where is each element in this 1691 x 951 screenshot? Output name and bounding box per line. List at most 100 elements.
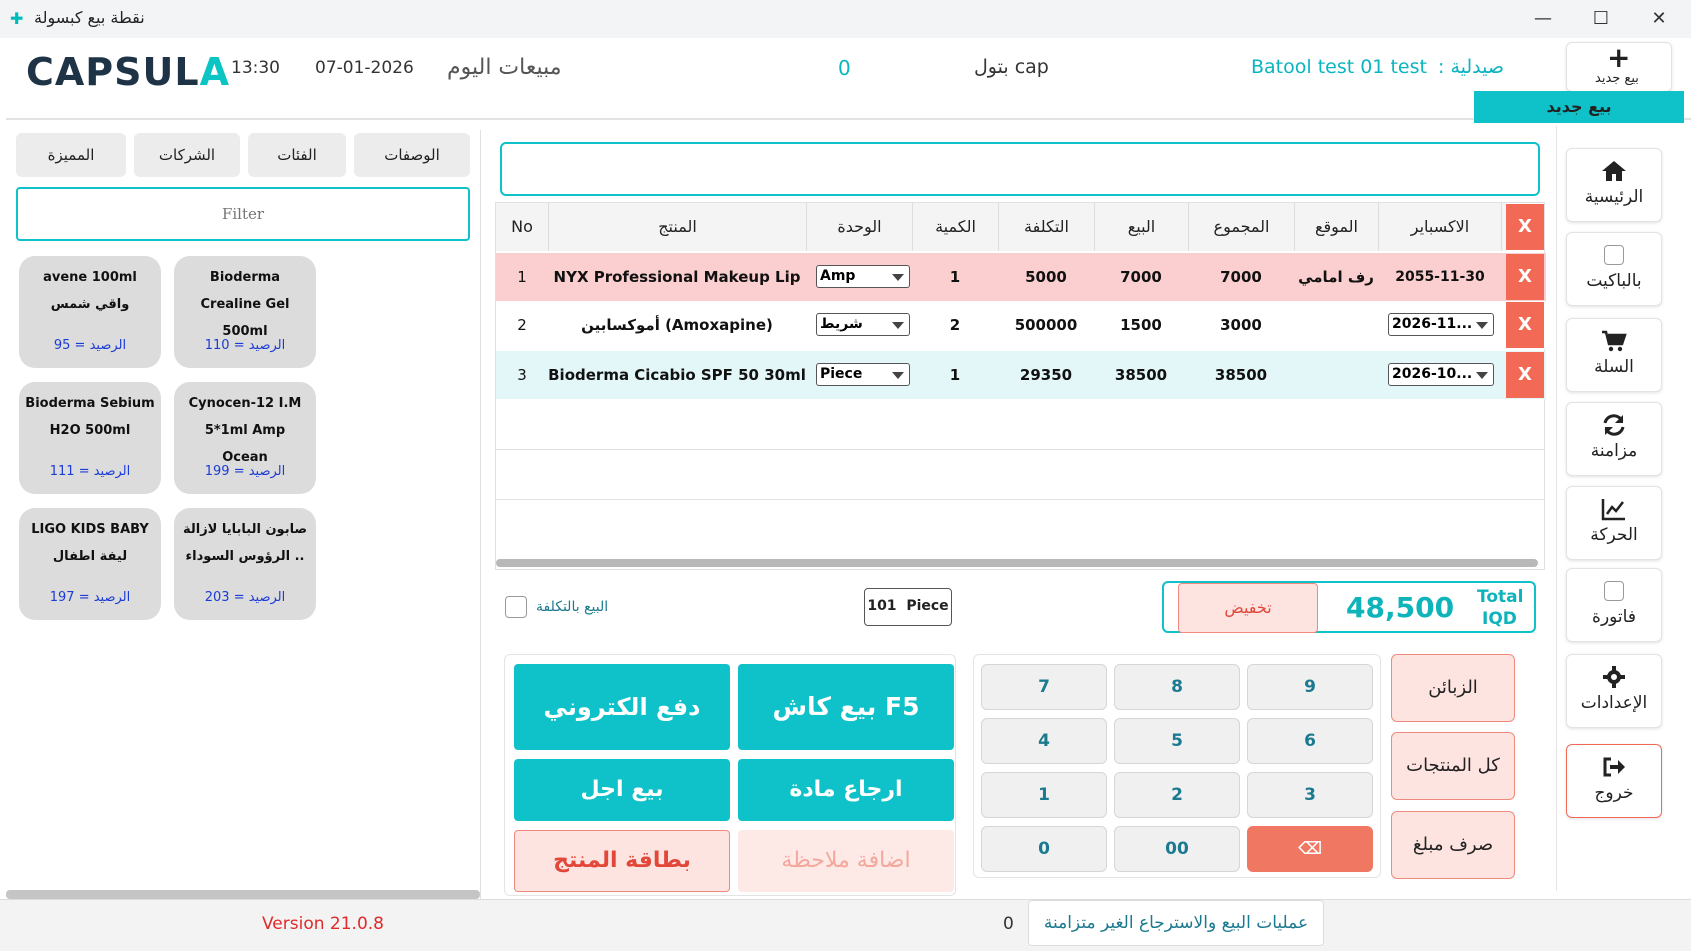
- table-horizontal-scrollbar[interactable]: [496, 559, 1538, 567]
- product-card[interactable]: LIGO KIDS BABY ليفة اطفال الرصيد = 197: [19, 508, 161, 620]
- key-6[interactable]: 6: [1247, 718, 1373, 764]
- expiry-select[interactable]: 2026-11...: [1388, 313, 1494, 336]
- total-box: تخفيض 48,500 Total IQD: [1162, 581, 1536, 633]
- key-3[interactable]: 3: [1247, 772, 1373, 818]
- row-qty[interactable]: 2: [912, 301, 998, 349]
- app-logo-icon: ✚: [10, 9, 24, 28]
- row-qty[interactable]: 1: [912, 253, 998, 301]
- row-total: 7000: [1220, 268, 1262, 286]
- discount-button[interactable]: تخفيض: [1178, 583, 1318, 633]
- row-product: NYX Professional Makeup Lip I...: [553, 268, 801, 334]
- unsynced-operations-button[interactable]: عمليات البيع والاسترجاع الغير متزامنة: [1028, 900, 1324, 946]
- home-icon: [1567, 159, 1661, 185]
- logout-icon: [1567, 755, 1661, 781]
- key-7[interactable]: 7: [981, 664, 1107, 710]
- clear-all-button[interactable]: X: [1506, 204, 1544, 250]
- key-8[interactable]: 8: [1114, 664, 1240, 710]
- nav-home[interactable]: الرئيسية: [1566, 148, 1662, 222]
- key-4[interactable]: 4: [981, 718, 1107, 764]
- customers-button[interactable]: الزبائن: [1391, 654, 1515, 722]
- nav-movement[interactable]: الحركة: [1566, 486, 1662, 560]
- row-location: [1294, 301, 1378, 349]
- product-name: LIGO KIDS BABY ليفة اطفال: [31, 522, 149, 564]
- nav-settings-label: الإعدادات: [1580, 693, 1648, 713]
- nav-cart-label: السلة: [1594, 357, 1634, 377]
- pay-amount-button[interactable]: صرف مبلغ: [1391, 811, 1515, 879]
- all-products-button[interactable]: كل المنتجات: [1391, 732, 1515, 800]
- key-1[interactable]: 1: [981, 772, 1107, 818]
- nav-packet[interactable]: بالباكيت: [1566, 232, 1662, 306]
- product-name: صابون البابايا لازالة الرؤوس السوداء ..: [182, 522, 308, 564]
- unit-select[interactable]: Amp: [816, 265, 910, 288]
- invoice-checkbox[interactable]: [1604, 581, 1624, 601]
- row-qty[interactable]: 1: [912, 351, 998, 399]
- table-header: No المنتج الوحدة الكمية التكلفة البيع ال…: [496, 203, 1506, 251]
- return-item-button[interactable]: ارجاع مادة: [738, 759, 954, 821]
- credit-sale-button[interactable]: بيع اجل: [514, 759, 730, 821]
- nav-invoice-label: فاتورة: [1592, 607, 1636, 627]
- row-price[interactable]: 38500: [1094, 351, 1188, 399]
- nav-logout[interactable]: خروج: [1566, 744, 1662, 818]
- total-value: 48,500: [1346, 591, 1455, 624]
- key-0[interactable]: 0: [981, 826, 1107, 872]
- product-card[interactable]: avene 100ml واقي شمس الرصيد = 95: [19, 256, 161, 368]
- key-5[interactable]: 5: [1114, 718, 1240, 764]
- table-row[interactable]: 2 أموكسابين (Amoxapine) شريط 2 500000 15…: [496, 301, 1546, 349]
- cash-sale-button[interactable]: بيع كاش F5: [738, 664, 954, 750]
- sync-icon: [1567, 413, 1661, 439]
- pharmacy-label: صيدلية :: [1438, 56, 1504, 78]
- unit-select[interactable]: شريط: [816, 313, 910, 336]
- expiry-select[interactable]: 2026-10...: [1388, 363, 1494, 386]
- unit-select[interactable]: Piece: [816, 363, 910, 386]
- tab-companies[interactable]: الشركات: [134, 133, 240, 177]
- chart-icon: [1567, 497, 1661, 523]
- row-no: 1: [517, 268, 527, 286]
- row-expiry: 2055-11-30: [1395, 269, 1485, 285]
- row-cost: 500000: [1014, 316, 1078, 334]
- minimize-button[interactable]: —: [1520, 4, 1566, 34]
- close-window-button[interactable]: ✕: [1636, 4, 1682, 34]
- gear-icon: [1567, 665, 1661, 691]
- row-cost: 5000: [1025, 268, 1067, 286]
- nav-invoice[interactable]: فاتورة: [1566, 568, 1662, 642]
- maximize-button[interactable]: ☐: [1578, 4, 1624, 34]
- new-sale-button[interactable]: + بيع جديد: [1566, 41, 1672, 92]
- tab-featured[interactable]: المميزة: [16, 133, 126, 177]
- tab-categories[interactable]: الفئات: [248, 133, 346, 177]
- current-user: بتول cap: [974, 56, 1049, 78]
- packet-checkbox[interactable]: [1604, 245, 1624, 265]
- row-divider: [496, 499, 1544, 500]
- row-total: 3000: [1220, 316, 1262, 334]
- key-9[interactable]: 9: [1247, 664, 1373, 710]
- table-row[interactable]: 1 NYX Professional Makeup Lip I... Amp 1…: [496, 253, 1546, 334]
- backspace-key[interactable]: ⌫: [1247, 826, 1373, 872]
- filter-input[interactable]: [16, 187, 470, 241]
- left-horizontal-scrollbar[interactable]: [6, 890, 480, 899]
- add-note-button[interactable]: اضافة ملاحظة: [738, 830, 954, 892]
- product-card[interactable]: Bioderma Sebium H2O 500ml الرصيد = 111: [19, 382, 161, 494]
- row-price[interactable]: 1500: [1094, 301, 1188, 349]
- new-sale-tab[interactable]: بيع جديد: [1474, 91, 1684, 123]
- product-balance: الرصيد = 95: [53, 338, 127, 353]
- product-card[interactable]: Cynocen-12 I.M 5*1ml Amp Ocean الرصيد = …: [174, 382, 316, 494]
- tab-prescriptions[interactable]: الوصفات: [354, 133, 470, 177]
- key-00[interactable]: 00: [1114, 826, 1240, 872]
- remove-row-button[interactable]: X: [1506, 302, 1544, 348]
- product-card[interactable]: صابون البابايا لازالة الرؤوس السوداء .. …: [174, 508, 316, 620]
- remove-row-button[interactable]: X: [1506, 352, 1544, 398]
- nav-cart[interactable]: السلة: [1566, 318, 1662, 392]
- key-2[interactable]: 2: [1114, 772, 1240, 818]
- header-price: البيع: [1094, 203, 1188, 251]
- row-divider: [496, 449, 1544, 450]
- remove-row-button[interactable]: X: [1506, 254, 1544, 300]
- cost-sale-checkbox[interactable]: [505, 596, 527, 618]
- nav-sync[interactable]: مزامنة: [1566, 402, 1662, 476]
- product-card[interactable]: Bioderma Crealine Gel 500ml الرصيد = 110: [174, 256, 316, 368]
- nav-settings[interactable]: الإعدادات: [1566, 654, 1662, 728]
- table-row[interactable]: 3 Bioderma Cicabio SPF 50 30ml Piece 1 2…: [496, 351, 1546, 399]
- product-card-button[interactable]: بطاقة المنتج: [514, 830, 730, 892]
- e-payment-button[interactable]: دفع الكتروني: [514, 664, 730, 750]
- nav-logout-label: خروج: [1594, 783, 1634, 803]
- row-price[interactable]: 7000: [1094, 253, 1188, 301]
- barcode-search-input[interactable]: [500, 142, 1540, 196]
